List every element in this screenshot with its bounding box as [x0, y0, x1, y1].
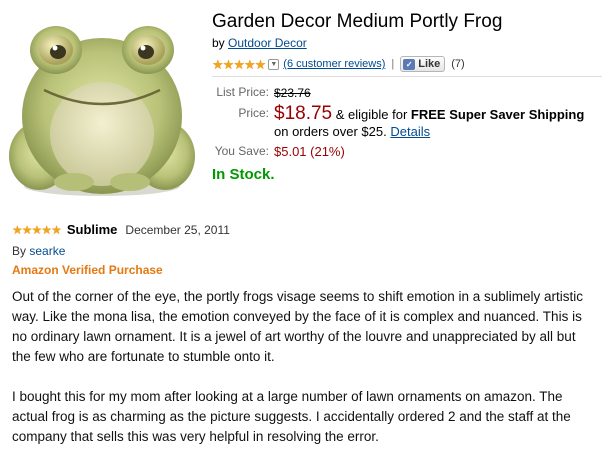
product-section: Garden Decor Medium Portly Frog by Outdo… [0, 0, 610, 202]
savings-label: You Save: [214, 144, 269, 158]
product-title: Garden Decor Medium Portly Frog [212, 11, 503, 32]
chevron-down-icon[interactable]: ▼ [268, 58, 280, 70]
price-row: Price: $18.75 & eligible for FREE Super … [212, 103, 602, 140]
star-icon: ★ [254, 56, 267, 72]
customer-review: ★ ★ ★ ★ ★ Sublime December 25, 2011 By s… [12, 222, 602, 462]
thumbs-up-icon: ✓ [403, 58, 416, 70]
separator: | [391, 58, 395, 70]
price-value: $18.75 [274, 103, 333, 124]
review-header: ★ ★ ★ ★ ★ Sublime December 25, 2011 [12, 222, 602, 238]
review-body: Out of the corner of the eye, the portly… [12, 287, 592, 447]
byline-prefix: by [212, 36, 225, 50]
stock-status: In Stock. [212, 166, 275, 183]
review-paragraph: Out of the corner of the eye, the portly… [12, 289, 584, 364]
list-price-label: List Price: [216, 85, 269, 99]
like-count: (7) [451, 58, 465, 70]
author-prefix: By [12, 244, 27, 258]
eligible-text: & eligible for [335, 107, 408, 122]
divider [212, 76, 602, 77]
verified-purchase-badge: Amazon Verified Purchase [12, 263, 163, 277]
details-link[interactable]: Details [390, 124, 430, 139]
like-button[interactable]: ✓ Like [400, 56, 446, 72]
free-shipping-text: FREE Super Saver Shipping [410, 107, 585, 122]
author-link[interactable]: searke [29, 244, 65, 258]
product-image[interactable] [4, 6, 200, 202]
byline: by Outdoor Decor [212, 36, 602, 50]
review-author-line: By searke [12, 244, 602, 258]
savings-row: You Save: $5.01 (21%) [212, 143, 602, 160]
product-info: Garden Decor Medium Portly Frog by Outdo… [212, 10, 602, 72]
review-paragraph: I bought this for my mom after looking a… [12, 389, 571, 444]
star-icon: ★ [51, 223, 62, 237]
like-label: Like [418, 58, 441, 70]
brand-link[interactable]: Outdoor Decor [228, 36, 307, 50]
review-title: Sublime [66, 222, 118, 237]
customer-reviews-link[interactable]: (6 customer reviews) [283, 58, 385, 70]
orders-text: on orders over $25. [274, 124, 387, 139]
product-star-rating[interactable]: ★ ★ ★ ★ ★ [212, 56, 267, 72]
price-table: List Price: $23.76 Price: $18.75 & eligi… [212, 84, 602, 163]
review-date: December 25, 2011 [125, 223, 230, 237]
savings-value: $5.01 (21%) [274, 144, 345, 159]
list-price-value: $23.76 [274, 86, 311, 100]
price-label: Price: [238, 106, 269, 120]
review-star-rating: ★ ★ ★ ★ ★ [12, 223, 62, 237]
rating-row: ★ ★ ★ ★ ★ ▼ (6 customer reviews) | ✓ Lik… [212, 56, 602, 72]
list-price-row: List Price: $23.76 [212, 84, 602, 102]
